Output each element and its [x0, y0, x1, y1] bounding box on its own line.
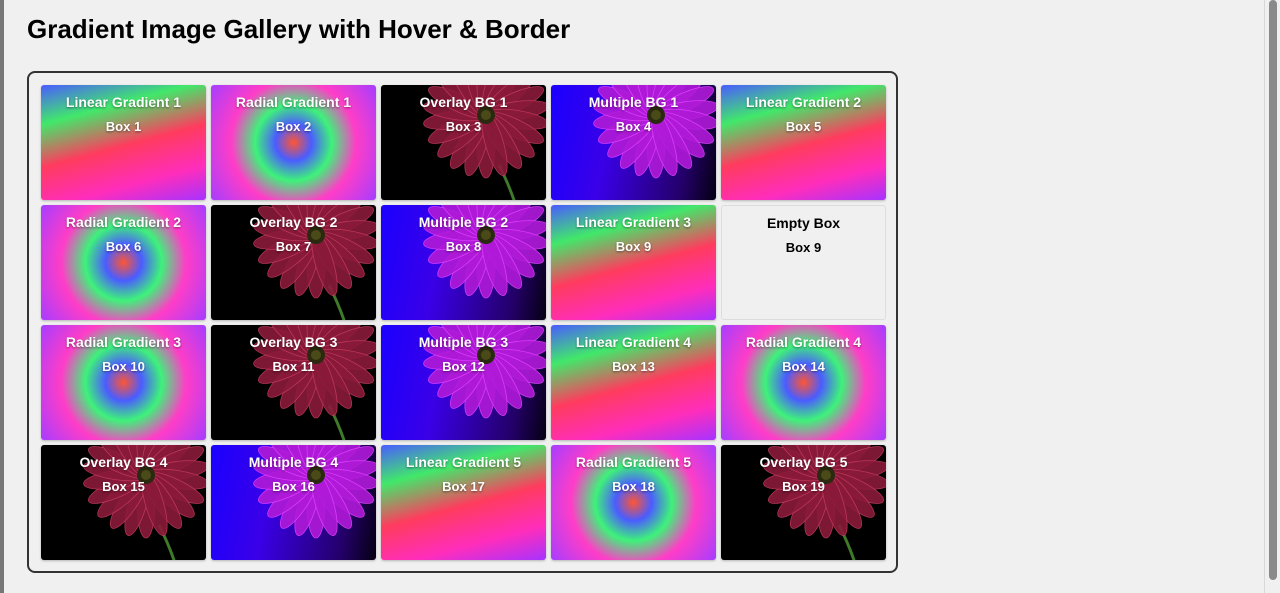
box-title: Linear Gradient 4 — [575, 334, 692, 350]
box-title: Radial Gradient 3 — [65, 334, 182, 350]
gallery-box[interactable]: Multiple BG 3 Box 12 — [381, 325, 546, 440]
scrollbar-thumb[interactable] — [1269, 0, 1277, 580]
box-label: Box 5 — [785, 119, 822, 134]
gallery-box[interactable]: Multiple BG 4 Box 16 — [211, 445, 376, 560]
box-title: Overlay BG 5 — [759, 454, 848, 470]
box-label: Box 7 — [275, 239, 312, 254]
box-label: Box 4 — [615, 119, 652, 134]
gallery-box[interactable]: Linear Gradient 2 Box 5 — [721, 85, 886, 200]
gallery-box[interactable]: Overlay BG 1 Box 3 — [381, 85, 546, 200]
gallery-box[interactable]: Radial Gradient 2 Box 6 — [41, 205, 206, 320]
box-label: Box 10 — [102, 359, 145, 374]
box-title: Empty Box — [766, 215, 841, 231]
gallery-box[interactable]: Linear Gradient 4 Box 13 — [551, 325, 716, 440]
box-label: Box 2 — [275, 119, 312, 134]
gallery-box[interactable]: Multiple BG 2 Box 8 — [381, 205, 546, 320]
box-label: Box 17 — [442, 479, 485, 494]
box-label: Box 12 — [442, 359, 485, 374]
box-title: Multiple BG 4 — [248, 454, 339, 470]
gallery-box[interactable]: Linear Gradient 5 Box 17 — [381, 445, 546, 560]
box-title: Multiple BG 3 — [418, 334, 509, 350]
box-label: Box 9 — [785, 240, 822, 255]
box-label: Box 11 — [272, 359, 315, 374]
gallery-box[interactable]: Radial Gradient 3 Box 10 — [41, 325, 206, 440]
vertical-scrollbar[interactable] — [1264, 0, 1280, 593]
box-title: Multiple BG 2 — [418, 214, 509, 230]
box-title: Overlay BG 3 — [249, 334, 338, 350]
box-label: Box 16 — [272, 479, 315, 494]
gallery-box[interactable]: Linear Gradient 3 Box 9 — [551, 205, 716, 320]
box-title: Linear Gradient 2 — [745, 94, 862, 110]
box-title: Multiple BG 1 — [588, 94, 679, 110]
gallery-box[interactable]: Overlay BG 4 Box 15 — [41, 445, 206, 560]
box-title: Linear Gradient 1 — [65, 94, 182, 110]
box-label: Box 3 — [445, 119, 482, 134]
gallery-box[interactable]: Radial Gradient 4 Box 14 — [721, 325, 886, 440]
box-label: Box 15 — [102, 479, 145, 494]
box-title: Radial Gradient 2 — [65, 214, 182, 230]
box-label: Box 6 — [105, 239, 142, 254]
box-title: Radial Gradient 4 — [745, 334, 862, 350]
box-label: Box 13 — [612, 359, 655, 374]
box-title: Radial Gradient 5 — [575, 454, 692, 470]
gallery-box[interactable]: Overlay BG 3 Box 11 — [211, 325, 376, 440]
box-title: Radial Gradient 1 — [235, 94, 352, 110]
gallery-box[interactable]: Overlay BG 5 Box 19 — [721, 445, 886, 560]
page-title: Gradient Image Gallery with Hover & Bord… — [27, 14, 571, 44]
box-label: Box 14 — [782, 359, 825, 374]
gallery-box[interactable]: Radial Gradient 5 Box 18 — [551, 445, 716, 560]
box-label: Box 19 — [782, 479, 825, 494]
box-title: Overlay BG 2 — [249, 214, 338, 230]
box-label: Box 18 — [612, 479, 655, 494]
box-title: Overlay BG 1 — [419, 94, 508, 110]
box-label: Box 1 — [105, 119, 142, 134]
gallery-box[interactable]: Overlay BG 2 Box 7 — [211, 205, 376, 320]
box-title: Linear Gradient 3 — [575, 214, 692, 230]
gallery-grid: Linear Gradient 1 Box 1 Radial Gradient 1 B… — [41, 85, 886, 560]
box-label: Box 9 — [615, 239, 652, 254]
gallery-box[interactable]: Multiple BG 1 Box 4 — [551, 85, 716, 200]
box-label: Box 8 — [445, 239, 482, 254]
gallery-container: Linear Gradient 1 Box 1 Radial Gradient 1 B… — [27, 71, 898, 573]
gallery-box[interactable]: Empty Box Box 9 — [721, 205, 886, 320]
box-title: Overlay BG 4 — [79, 454, 168, 470]
gallery-box[interactable]: Linear Gradient 1 Box 1 — [41, 85, 206, 200]
gallery-box[interactable]: Radial Gradient 1 Box 2 — [211, 85, 376, 200]
box-title: Linear Gradient 5 — [405, 454, 522, 470]
